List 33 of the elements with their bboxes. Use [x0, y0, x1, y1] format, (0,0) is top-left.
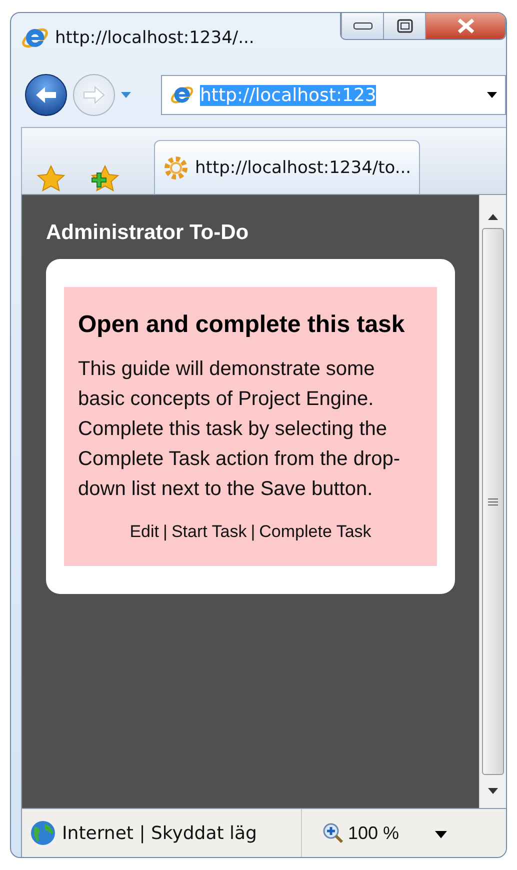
- history-caret-icon: [121, 92, 131, 98]
- caret-icon: [487, 92, 497, 98]
- security-zone: Internet | Skyddat läg: [62, 822, 257, 844]
- star-icon[interactable]: [36, 164, 66, 194]
- window-title: http://localhost:1234/...: [55, 28, 256, 48]
- close-icon: [456, 18, 476, 34]
- zoom-button[interactable]: 100 %: [316, 821, 406, 845]
- separator: |: [250, 522, 256, 542]
- minimize-icon: [352, 22, 372, 30]
- action-link[interactable]: Edit: [130, 522, 160, 542]
- back-button[interactable]: [25, 74, 67, 116]
- page-heading: Administrator To-Do: [46, 221, 250, 245]
- minimize-button[interactable]: [341, 13, 383, 39]
- globe-icon: [30, 820, 56, 846]
- scrollbar[interactable]: [479, 195, 506, 808]
- scroll-thumb[interactable]: [482, 228, 504, 775]
- separator: |: [163, 522, 168, 542]
- maximize-icon: [396, 19, 412, 33]
- maximize-button[interactable]: [383, 13, 425, 39]
- browser-tab[interactable]: http://localhost:1234/to...: [154, 140, 420, 194]
- task-description: This guide will demonstrate some basic concepts of Project Engine. Complete this task by selecting the Complete Task action from the drop-down list next to the Save button.: [78, 357, 402, 502]
- gear-icon: [163, 154, 189, 180]
- action-link[interactable]: Complete Task: [259, 522, 372, 542]
- zoom-caret-icon: [435, 831, 448, 838]
- forward-arrow-icon: [82, 85, 106, 105]
- close-button[interactable]: [425, 13, 505, 39]
- add-star-icon[interactable]: [90, 164, 120, 194]
- magnifier-icon: [322, 822, 344, 844]
- task-title: Open and complete this task: [78, 310, 406, 340]
- scroll-up-icon[interactable]: [488, 214, 498, 220]
- scroll-down-icon: [488, 788, 498, 794]
- action-link[interactable]: Start Task: [171, 522, 247, 542]
- back-arrow-icon: [34, 85, 58, 105]
